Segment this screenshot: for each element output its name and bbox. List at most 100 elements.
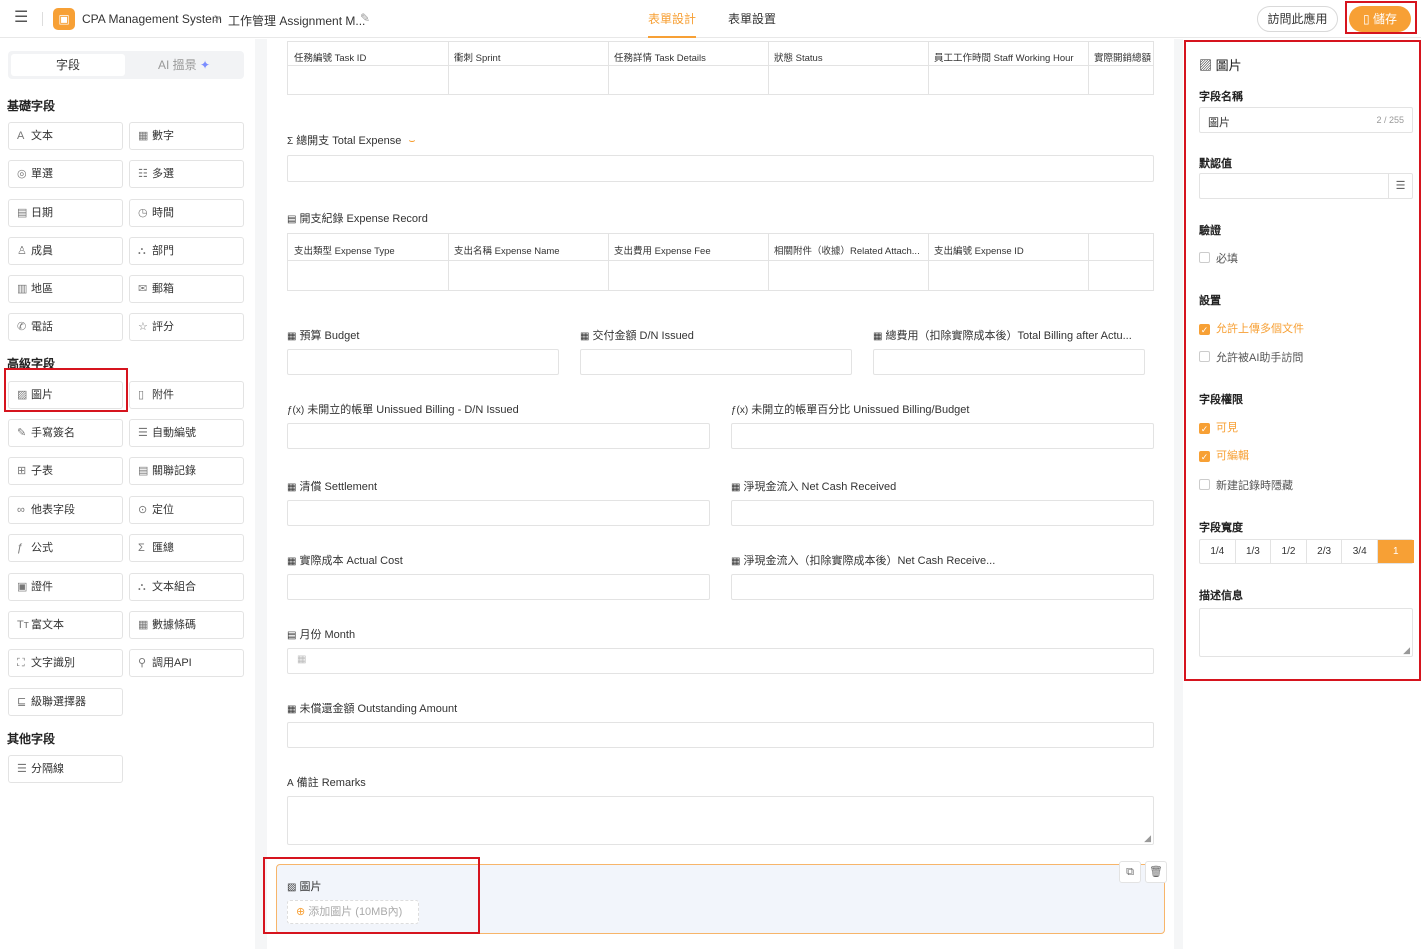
field-member[interactable]: ♙ 成員 xyxy=(8,237,123,265)
width-option[interactable]: 2/3 xyxy=(1307,540,1343,563)
trash-icon[interactable]: 🗑 xyxy=(1145,861,1167,883)
input-unissued-pct[interactable] xyxy=(731,423,1154,449)
field-department[interactable]: ⛬ 部門 xyxy=(129,237,244,265)
app-name[interactable]: CPA Management System xyxy=(82,12,222,26)
input-net-cash-after[interactable] xyxy=(731,574,1154,600)
copy-icon[interactable]: ⧉ xyxy=(1119,861,1141,883)
mail-icon: ✉ xyxy=(138,283,148,295)
checkbox-box[interactable] xyxy=(1199,351,1210,362)
tab-fields[interactable]: 字段 xyxy=(11,54,125,76)
tab-ai-scenes[interactable]: AI 搵景 ✦ xyxy=(127,54,241,76)
label-month: ▤ 月份 Month xyxy=(287,626,355,642)
edit-name-icon[interactable]: ✎ xyxy=(360,11,370,25)
tab-ai-label: AI 搵景 xyxy=(157,58,197,72)
field-formula[interactable]: ƒ 公式 xyxy=(8,534,123,562)
link-icon: ∞ xyxy=(17,504,25,516)
label-text: 備註 Remarks xyxy=(296,777,366,789)
field-id-card[interactable]: ▣ 證件 xyxy=(8,573,123,601)
field-image[interactable]: ▨ 圖片 xyxy=(8,381,123,409)
field-linked-record[interactable]: ▤ 關聯記錄 xyxy=(129,457,244,485)
field-lookup[interactable]: ∞ 他表字段 xyxy=(8,496,123,524)
checkbox-box[interactable]: ✓ xyxy=(1199,324,1210,335)
task-subtable[interactable]: 任務編號 Task ID 衝刺 Sprint 任務詳情 Task Details… xyxy=(287,41,1154,95)
section-basic-fields: 基礎字段 xyxy=(7,99,56,113)
input-month[interactable]: ▦ xyxy=(287,648,1154,674)
field-rollup[interactable]: Σ 匯總 xyxy=(129,534,244,562)
checkbox-editable[interactable]: ✓ 可編輯 xyxy=(1199,447,1249,463)
input-unissued-billing[interactable] xyxy=(287,423,710,449)
checkbox-box[interactable] xyxy=(1199,252,1210,263)
field-ocr[interactable]: ⛶ 文字識別 xyxy=(8,649,123,677)
checkbox-allow-ai[interactable]: 允許被AI助手訪問 xyxy=(1199,349,1303,365)
field-text[interactable]: A 文本 xyxy=(8,122,123,150)
image-field-card[interactable]: ⧉ 🗑 ▨ 圖片 ⊕ 添加圖片 (10MB內) xyxy=(276,861,1167,934)
input-budget[interactable] xyxy=(287,349,559,375)
field-attachment[interactable]: ▯ 附件 xyxy=(129,381,244,409)
field-email[interactable]: ✉ 郵箱 xyxy=(129,275,244,303)
field-signature[interactable]: ✎ 手寫簽名 xyxy=(8,419,123,447)
label-text: 未開立的帳單百分比 Unissued Billing/Budget xyxy=(751,404,970,416)
checkbox-visible[interactable]: ✓ 可見 xyxy=(1199,419,1238,435)
checkbox-required[interactable]: 必填 xyxy=(1199,250,1238,266)
field-cascade[interactable]: ⊑ 級聯選擇器 xyxy=(8,688,123,716)
field-label: 評分 xyxy=(152,321,174,333)
field-date[interactable]: ▤ 日期 xyxy=(8,199,123,227)
field-label: 數據條碼 xyxy=(152,619,196,631)
field-divider[interactable]: ☰ 分隔線 xyxy=(8,755,123,783)
tab-form-settings[interactable]: 表單設置 xyxy=(728,0,776,38)
input-dn-issued[interactable] xyxy=(580,349,852,375)
input-total-expense[interactable] xyxy=(287,155,1154,182)
add-image-button[interactable]: ⊕ 添加圖片 (10MB內) xyxy=(287,900,419,924)
field-rating[interactable]: ☆ 評分 xyxy=(129,313,244,341)
input-settlement[interactable] xyxy=(287,500,710,526)
formula-list-icon[interactable]: ☰ xyxy=(1388,174,1412,198)
input-default[interactable]: ☰ xyxy=(1199,173,1413,199)
table-icon: ⊞ xyxy=(17,465,27,477)
field-barcode[interactable]: ▦ 數據條碼 xyxy=(129,611,244,639)
width-option[interactable]: 1/3 xyxy=(1236,540,1272,563)
field-region[interactable]: ▥ 地區 xyxy=(8,275,123,303)
input-description[interactable]: ◢ xyxy=(1199,608,1413,657)
checkbox-box[interactable]: ✓ xyxy=(1199,451,1210,462)
width-option[interactable]: 1/2 xyxy=(1271,540,1307,563)
field-text-combine[interactable]: ⛬ 文本組合 xyxy=(129,573,244,601)
field-phone[interactable]: ✆ 電話 xyxy=(8,313,123,341)
input-actual-cost[interactable] xyxy=(287,574,710,600)
label-text: 實際成本 Actual Cost xyxy=(299,555,403,567)
checkbox-box[interactable] xyxy=(1199,479,1210,490)
input-remarks[interactable]: ◢ xyxy=(287,796,1154,845)
save-button[interactable]: ▯ 儲存 xyxy=(1349,6,1411,32)
field-single-select[interactable]: ◎ 單選 xyxy=(8,160,123,188)
field-time[interactable]: ◷ 時間 xyxy=(129,199,244,227)
text-icon: A xyxy=(17,130,25,142)
field-api[interactable]: ⚲ 調用API xyxy=(129,649,244,677)
tab-form-design[interactable]: 表單設計 xyxy=(648,0,697,38)
field-label: 分隔線 xyxy=(31,763,64,775)
visit-app-button[interactable]: 訪問此應用 xyxy=(1257,6,1338,32)
checkbox-box[interactable]: ✓ xyxy=(1199,423,1210,434)
resize-handle-icon[interactable]: ◢ xyxy=(1403,645,1410,656)
menu-icon[interactable]: ☰ xyxy=(14,10,30,26)
field-label: 手寫簽名 xyxy=(31,427,75,439)
field-location[interactable]: ⊙ 定位 xyxy=(129,496,244,524)
width-option[interactable]: 1/4 xyxy=(1200,540,1236,563)
field-subtable[interactable]: ⊞ 子表 xyxy=(8,457,123,485)
input-field-name[interactable]: 圖片 2 / 255 xyxy=(1199,107,1413,133)
width-option[interactable]: 3/4 xyxy=(1342,540,1378,563)
input-outstanding[interactable] xyxy=(287,722,1154,748)
field-number[interactable]: ▦ 數字 xyxy=(129,122,244,150)
field-rich-text[interactable]: Tт 富文本 xyxy=(8,611,123,639)
width-option-selected[interactable]: 1 xyxy=(1378,540,1414,563)
expense-subtable[interactable]: 支出類型 Expense Type 支出名稱 Expense Name 支出費用… xyxy=(287,233,1154,291)
resize-handle-icon[interactable]: ◢ xyxy=(1144,833,1151,844)
input-total-billing[interactable] xyxy=(873,349,1145,375)
breadcrumb-page[interactable]: 工作管理 Assignment M... xyxy=(228,12,365,29)
input-net-cash[interactable] xyxy=(731,500,1154,526)
image-icon: ▨ xyxy=(17,389,28,401)
label-text: 圖片 xyxy=(299,881,322,893)
checkbox-hide-new[interactable]: 新建記錄時隱藏 xyxy=(1199,477,1293,493)
field-auto-number[interactable]: ☰ 自動編號 xyxy=(129,419,244,447)
checkbox-allow-multi[interactable]: ✓ 允許上傳多個文件 xyxy=(1199,320,1304,336)
calendar-icon: ▤ xyxy=(17,207,28,219)
field-multi-select[interactable]: ☷ 多選 xyxy=(129,160,244,188)
